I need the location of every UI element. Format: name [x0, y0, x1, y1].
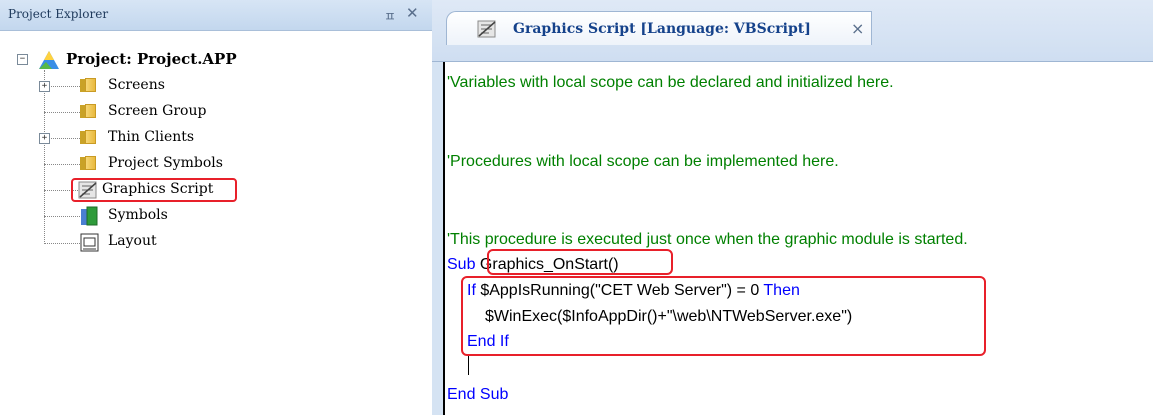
keyword: Sub	[447, 256, 476, 273]
code-editor[interactable]: 'Variables with local scope can be decla…	[443, 62, 1153, 415]
tree-item-label: Thin Clients	[108, 129, 195, 145]
highlight-box-sub-name	[487, 249, 673, 275]
tab-label: Graphics Script [Language: VBScript]	[513, 21, 811, 37]
layout-icon	[80, 233, 99, 252]
highlight-box-graphics-script	[71, 178, 237, 202]
expand-icon[interactable]: +	[39, 81, 50, 92]
tree-connector	[44, 243, 80, 244]
pin-icon[interactable]: ㅍ	[384, 6, 396, 25]
tree-connector	[44, 216, 80, 217]
close-icon[interactable]: ✕	[406, 4, 419, 22]
expand-icon[interactable]: +	[39, 133, 50, 144]
symbols-icon	[81, 206, 98, 226]
folder-icon	[80, 104, 96, 118]
tree-item-label: Project Symbols	[108, 155, 223, 171]
tree-item-label: Symbols	[108, 207, 168, 223]
explorer-header: Project Explorer ㅍ ✕	[0, 0, 432, 31]
script-editor-panel: Graphics Script [Language: VBScript] × '…	[432, 0, 1153, 415]
code-comment: 'Variables with local scope can be decla…	[447, 74, 894, 91]
tree-connector	[44, 112, 80, 113]
tree-root-label: Project: Project.APP	[66, 50, 237, 68]
script-icon	[477, 20, 496, 38]
project-explorer-panel: Project Explorer ㅍ ✕ − Project: Project.…	[0, 0, 432, 415]
tree-item-label: Screen Group	[108, 103, 207, 119]
code-comment: 'This procedure is executed just once wh…	[447, 231, 968, 248]
text-caret	[468, 356, 469, 375]
tree-connector	[44, 70, 45, 244]
explorer-title: Project Explorer	[8, 7, 109, 21]
code-line-end-sub: End Sub	[447, 386, 509, 403]
tree-item-label: Layout	[108, 233, 157, 249]
folder-icon	[80, 78, 96, 92]
project-app-icon	[39, 51, 59, 69]
tree-connector	[44, 164, 80, 165]
code-comment: 'Procedures with local scope can be impl…	[447, 153, 839, 170]
collapse-icon[interactable]: −	[17, 54, 28, 65]
close-icon[interactable]: ×	[851, 19, 864, 38]
tree-item-label: Screens	[108, 77, 165, 93]
folder-icon	[80, 156, 96, 170]
tab-graphics-script[interactable]: Graphics Script [Language: VBScript] ×	[446, 11, 872, 45]
highlight-box-if-block	[461, 276, 986, 356]
folder-icon	[80, 130, 96, 144]
document-tab-strip: Graphics Script [Language: VBScript] ×	[432, 0, 1153, 62]
